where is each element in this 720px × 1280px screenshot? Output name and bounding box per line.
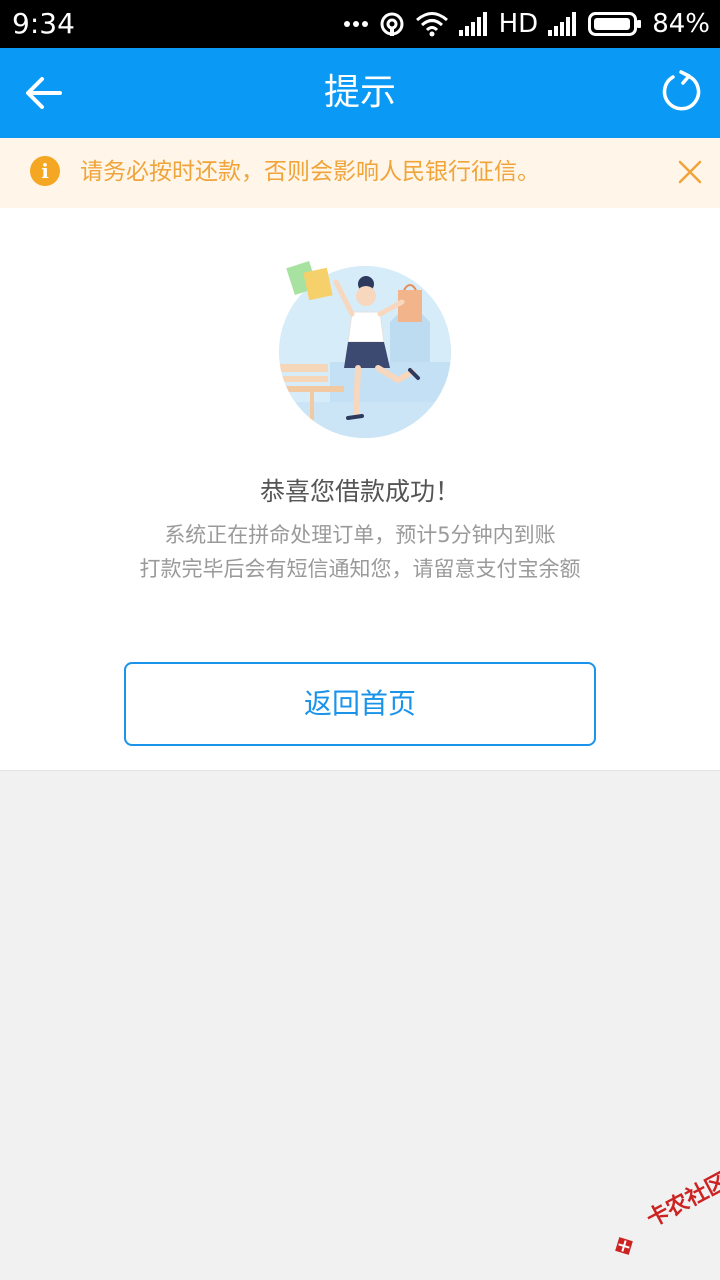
success-illustration — [279, 260, 451, 438]
signal-icon — [458, 12, 487, 36]
network-type: HD — [498, 9, 539, 39]
signal-icon — [548, 12, 577, 36]
hotspot-icon — [380, 12, 404, 36]
notice-close-button[interactable] — [676, 158, 704, 186]
wifi-icon — [415, 12, 448, 37]
battery-icon — [588, 12, 642, 36]
status-bar: 9:34 HD 84% — [0, 0, 720, 48]
back-button[interactable] — [18, 68, 72, 118]
app-bar: 提示 — [0, 48, 720, 138]
more-dots-icon — [343, 21, 368, 27]
arrow-left-icon — [26, 77, 62, 109]
return-home-button[interactable]: 返回首页 — [124, 662, 596, 746]
success-title: 恭喜您借款成功！ — [259, 477, 460, 506]
refresh-button[interactable] — [656, 68, 706, 118]
close-icon — [678, 160, 702, 184]
notice-text: 请务必按时还款，否则会影响人民银行征信。 — [80, 159, 540, 185]
status-icons: HD 84% — [343, 6, 710, 42]
description-line: 打款完毕后会有短信通知您，请留意支付宝余额 — [139, 557, 581, 581]
status-time: 9:34 — [12, 7, 75, 40]
description-line: 系统正在拼命处理订单，预计5分钟内到账 — [164, 523, 556, 547]
battery-level: 84% — [652, 9, 710, 39]
info-icon: i — [30, 156, 60, 186]
page-title: 提示 — [323, 72, 396, 113]
refresh-icon — [662, 70, 701, 111]
